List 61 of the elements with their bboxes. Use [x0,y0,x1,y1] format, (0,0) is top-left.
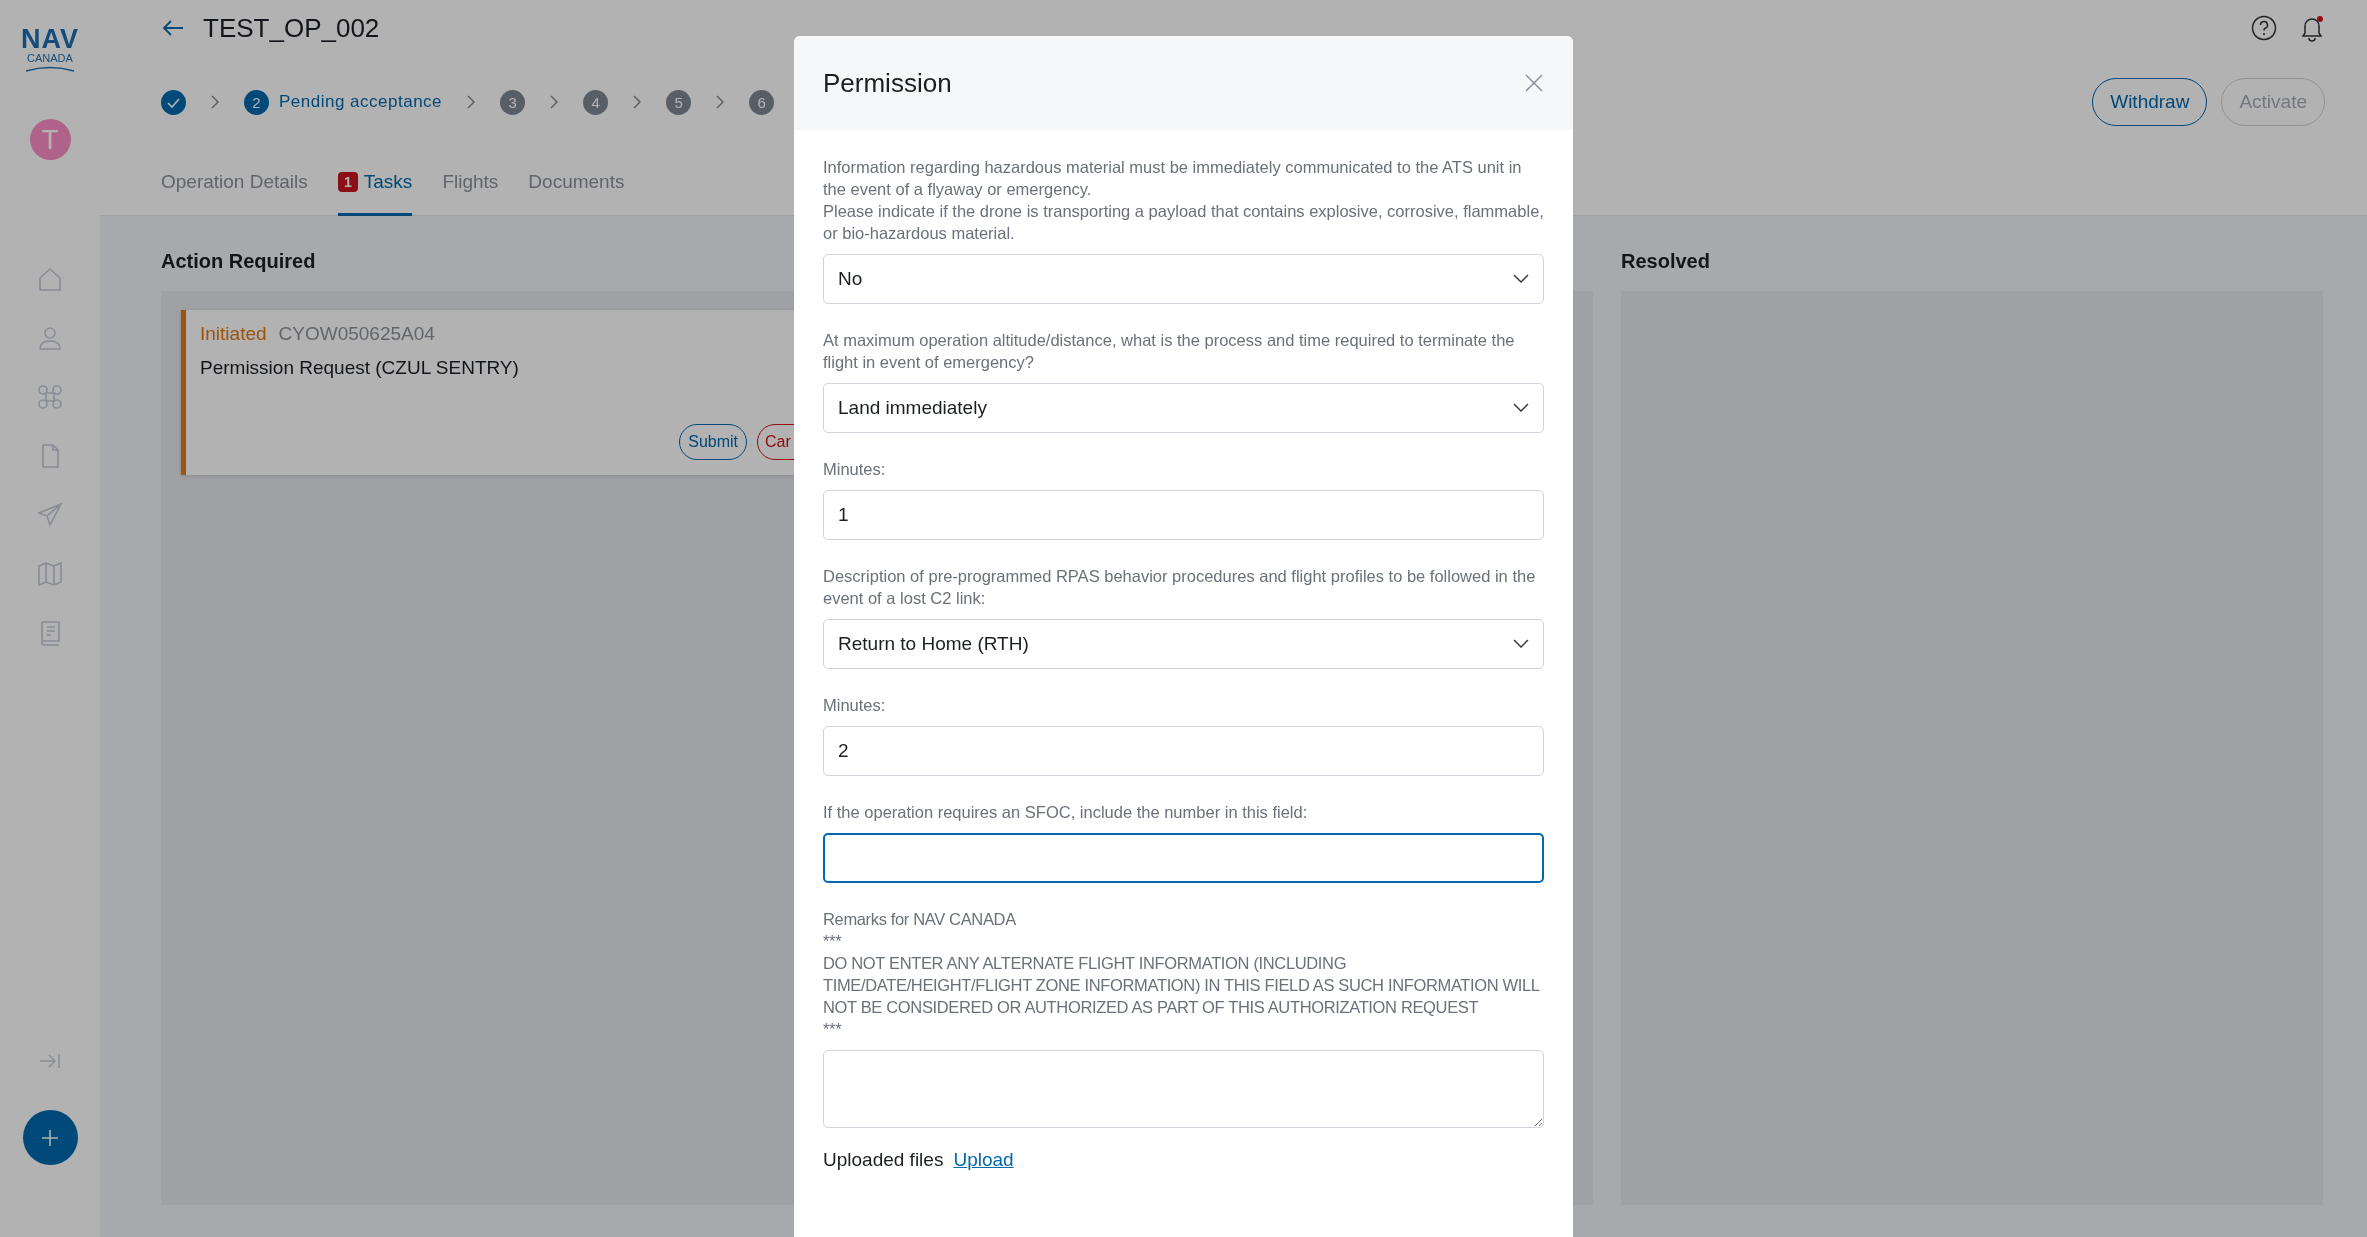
field-label: If the operation requires an SFOC, include the number in this field: [823,802,1309,823]
drone-icon[interactable] [36,383,64,411]
chevron-right-icon [632,94,643,110]
collapse-icon[interactable] [38,1051,62,1071]
uploads-label: Uploaded files [823,1149,944,1171]
submit-button[interactable]: Submit [679,424,747,460]
column-title: Action Required [161,249,317,274]
chevron-down-icon [1513,639,1529,649]
status-label: Initiated [200,323,267,344]
field-label: Minutes: [823,695,887,716]
minutes-field[interactable]: 1 [823,490,1544,540]
withdraw-button[interactable]: Withdraw [2092,78,2208,126]
paper-plane-icon[interactable] [36,501,64,529]
sfoc-number-field[interactable] [823,833,1544,883]
column-title: Resolved [1621,249,1711,274]
step-number: 6 [749,89,775,115]
help-icon[interactable] [2251,15,2277,41]
field-label: Information regarding hazardous material must be immediately communicated to the ATS unit in the event of a flyaway or emergency. Please indicate if the drone is transporting a payload that contains explosive, corrosive, flammable, or bio-hazardous material. [823,157,1544,244]
step-number: 5 [666,89,692,115]
add-button[interactable] [22,1110,78,1165]
chevron-right-icon [210,94,220,110]
step-number: 4 [583,89,609,115]
task-card[interactable]: Initiated CYOW050625A04 Permission Request (CZUL SENTRY) Submit Car [181,310,794,475]
dropdown-field[interactable]: No [823,254,1544,304]
field-label: Description of pre-programmed RPAS behavior procedures and flight profiles to be followed in the event of a lost C2 link: [823,566,1537,609]
tab[interactable]: Operation Details [161,150,308,216]
field-label: Remarks for NAV CANADA *** DO NOT ENTER ANY ALTERNATE FLIGHT INFORMATION (INCLUDING TIME/DATE/HEIGHT/FLIGHT ZONE INFORMATION) IN THIS FIELD AS SUCH INFORMATION WILL NOT BE CONSIDERED OR AUTHORIZED AS PART OF THIS AUTHORIZATION REQUEST *** [823,909,1541,1040]
close-icon[interactable] [1524,73,1544,93]
task-title: Permission Request (CZUL SENTRY) [200,357,520,379]
tab[interactable]: Flights [442,150,499,216]
logo-swoosh-icon [24,64,76,72]
chevron-down-icon [1513,274,1529,284]
logo-subtitle: CANADA [27,52,73,64]
chevron-down-icon [1513,403,1529,413]
plus-icon [40,1127,60,1148]
tab[interactable]: Documents [528,150,625,216]
home-icon[interactable] [36,265,64,293]
count-badge: 1 [337,171,358,192]
task-code: CYOW050625A04 [278,323,435,344]
chevron-right-icon [549,94,560,110]
minutes-field[interactable]: 2 [823,726,1544,776]
dropdown-field[interactable]: Return to Home (RTH) [823,619,1544,669]
step-number: 2 [244,89,269,115]
step-label: Pending acceptance [279,92,443,112]
field-label: Minutes: [823,459,887,480]
user-icon[interactable] [36,324,64,352]
page-title: TEST_OP_002 [203,12,380,44]
remarks-field[interactable] [823,1050,1544,1128]
cancel-button[interactable]: Car [757,424,794,460]
logo-wordmark: NAV [21,26,79,52]
chevron-right-icon [466,94,477,110]
dropdown-field[interactable]: Land immediately [823,383,1544,433]
map-icon[interactable] [36,560,64,588]
step-check-icon [161,89,186,115]
step-number: 3 [500,89,526,115]
notification-bell-icon[interactable] [2299,14,2325,42]
field-label: At maximum operation altitude/distance, what is the process and time required to terminate the flight in event of emergency? [823,330,1516,373]
chevron-right-icon [715,94,726,110]
upload-link[interactable]: Upload [953,1149,1014,1171]
back-arrow-icon[interactable] [161,18,185,38]
modal-title: Permission [823,67,952,99]
